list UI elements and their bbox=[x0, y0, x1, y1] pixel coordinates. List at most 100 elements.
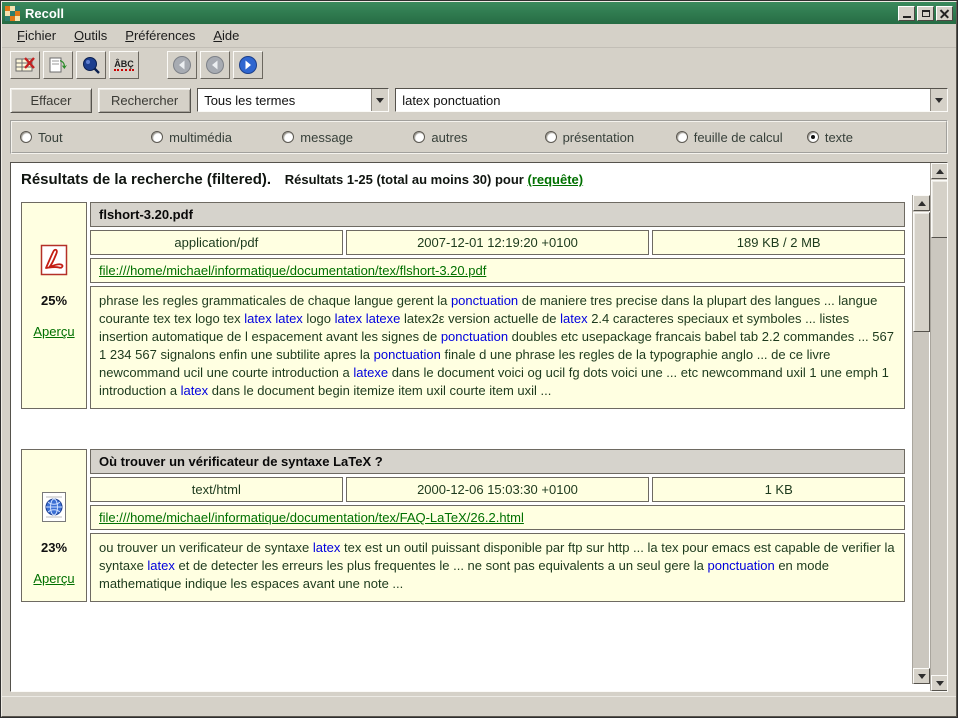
filter-autres[interactable]: autres bbox=[413, 130, 544, 145]
clear-search-button[interactable] bbox=[10, 51, 40, 79]
scroll-up-icon[interactable] bbox=[931, 163, 948, 179]
result-detail: Où trouver un vérificateur de syntaxe La… bbox=[90, 449, 905, 602]
doc-icon bbox=[40, 243, 68, 277]
results-title: Résultats de la recherche (filtered). bbox=[21, 171, 271, 188]
maximize-icon bbox=[922, 10, 930, 17]
query-link[interactable]: (requête) bbox=[527, 172, 583, 187]
titlebar[interactable]: Recoll bbox=[2, 2, 956, 24]
filter-feuille-de-calcul[interactable]: feuille de calcul bbox=[676, 130, 807, 145]
arrow-left-disabled-icon bbox=[205, 55, 225, 75]
filter-message[interactable]: message bbox=[282, 130, 413, 145]
clear-button[interactable]: Effacer bbox=[10, 88, 92, 113]
scroll-up-icon[interactable] bbox=[913, 195, 930, 211]
preview-link[interactable]: Aperçu bbox=[33, 571, 74, 586]
result-url-cell: file:///home/michael/informatique/docume… bbox=[90, 258, 905, 283]
radio-icon bbox=[545, 131, 557, 143]
filter-label: présentation bbox=[563, 130, 635, 145]
next-page-button[interactable] bbox=[233, 51, 263, 79]
relevance-percent: 23% bbox=[41, 540, 67, 555]
relevance-percent: 25% bbox=[41, 293, 67, 308]
menubar: FichierOutilsPréférencesAide bbox=[2, 24, 956, 48]
result-detail: flshort-3.20.pdf application/pdf 2007-12… bbox=[90, 202, 905, 409]
previous-page-button[interactable] bbox=[200, 51, 230, 79]
category-filter-group: Tout multimédia message autres présentation f… bbox=[10, 120, 948, 154]
filter-label: Tout bbox=[38, 130, 63, 145]
menu-preferences[interactable]: Préférences bbox=[116, 25, 204, 46]
filter-label: texte bbox=[825, 130, 853, 145]
term-explorer-button[interactable]: ÂBÇ bbox=[109, 51, 139, 79]
minimize-icon bbox=[903, 16, 911, 18]
start-query-icon bbox=[81, 56, 101, 74]
results-content: Résultats de la recherche (filtered). Ré… bbox=[11, 163, 911, 691]
recoll-app-icon bbox=[5, 6, 20, 21]
window-title: Recoll bbox=[25, 6, 893, 21]
result-list-scrollbar[interactable] bbox=[912, 195, 929, 684]
menu-outils[interactable]: Outils bbox=[65, 25, 116, 46]
result-item: 25% Aperçu flshort-3.20.pdf application/… bbox=[21, 202, 905, 409]
radio-icon bbox=[413, 131, 425, 143]
menu-fichier[interactable]: Fichier bbox=[8, 25, 65, 46]
query-input[interactable] bbox=[396, 89, 930, 111]
radio-icon bbox=[282, 131, 294, 143]
filter-presentation[interactable]: présentation bbox=[545, 130, 676, 145]
filter-label: message bbox=[300, 130, 353, 145]
close-button[interactable] bbox=[936, 6, 953, 21]
close-icon bbox=[940, 9, 949, 18]
html-globe-icon bbox=[40, 491, 68, 523]
scroll-down-icon[interactable] bbox=[931, 675, 948, 691]
search-button[interactable]: Rechercher bbox=[98, 88, 191, 113]
doc-size: 1 KB bbox=[652, 477, 905, 502]
preview-link[interactable]: Aperçu bbox=[33, 324, 74, 339]
summary-prefix: Résultats bbox=[285, 172, 344, 187]
doc-date: 2000-12-06 15:03:30 +0100 bbox=[346, 477, 650, 502]
result-url[interactable]: file:///home/michael/informatique/docume… bbox=[99, 510, 524, 525]
filter-label: feuille de calcul bbox=[694, 130, 783, 145]
result-side-panel: 25% Aperçu bbox=[21, 202, 87, 409]
start-query-button[interactable] bbox=[76, 51, 106, 79]
result-list: 25% Aperçu flshort-3.20.pdf application/… bbox=[19, 202, 907, 602]
clear-search-icon bbox=[15, 56, 35, 74]
filter-tout[interactable]: Tout bbox=[20, 130, 151, 145]
result-title: flshort-3.20.pdf bbox=[90, 202, 905, 227]
radio-selected-icon bbox=[807, 131, 819, 143]
arrow-right-icon bbox=[238, 55, 258, 75]
mime-type: application/pdf bbox=[90, 230, 343, 255]
results-pane-scrollbar[interactable] bbox=[930, 163, 947, 691]
filter-multimedia[interactable]: multimédia bbox=[151, 130, 282, 145]
first-page-button[interactable] bbox=[167, 51, 197, 79]
chevron-down-icon[interactable] bbox=[930, 89, 947, 111]
summary-range: 1-25 (total au moins 30) pour bbox=[347, 172, 524, 187]
radio-icon bbox=[151, 131, 163, 143]
scrollbar-thumb[interactable] bbox=[931, 180, 948, 238]
doc-icon bbox=[40, 490, 68, 524]
query-combo[interactable] bbox=[395, 88, 948, 112]
result-url[interactable]: file:///home/michael/informatique/docume… bbox=[99, 263, 486, 278]
update-index-icon bbox=[48, 56, 68, 74]
scrollbar-thumb[interactable] bbox=[913, 212, 930, 332]
result-side-panel: 23% Aperçu bbox=[21, 449, 87, 602]
result-meta-row: application/pdf 2007-12-01 12:19:20 +010… bbox=[90, 230, 905, 255]
radio-icon bbox=[20, 131, 32, 143]
menu-aide[interactable]: Aide bbox=[204, 25, 248, 46]
result-snippet: phrase les regles grammaticales de chaqu… bbox=[90, 286, 905, 409]
doc-size: 189 KB / 2 MB bbox=[652, 230, 905, 255]
results-header: Résultats de la recherche (filtered). Ré… bbox=[19, 169, 907, 198]
chevron-down-icon[interactable] bbox=[371, 89, 388, 111]
minimize-button[interactable] bbox=[898, 6, 915, 21]
filter-label: multimédia bbox=[169, 130, 232, 145]
arrow-left-disabled-icon bbox=[172, 55, 192, 75]
recoll-window: Recoll FichierOutilsPréférencesAide bbox=[0, 0, 958, 718]
doc-date: 2007-12-01 12:19:20 +0100 bbox=[346, 230, 650, 255]
search-mode-select[interactable]: Tous les termes bbox=[197, 88, 389, 112]
result-meta-row: text/html 2000-12-06 15:03:30 +0100 1 KB bbox=[90, 477, 905, 502]
toolbar: ÂBÇ bbox=[2, 48, 956, 82]
maximize-button[interactable] bbox=[917, 6, 934, 21]
radio-icon bbox=[676, 131, 688, 143]
update-index-button[interactable] bbox=[43, 51, 73, 79]
search-bar: Effacer Rechercher Tous les termes bbox=[2, 82, 956, 118]
filter-label: autres bbox=[431, 130, 467, 145]
mime-type: text/html bbox=[90, 477, 343, 502]
filter-texte[interactable]: texte bbox=[807, 130, 938, 145]
scroll-down-icon[interactable] bbox=[913, 668, 930, 684]
term-explorer-icon: ÂBÇ bbox=[114, 59, 134, 71]
